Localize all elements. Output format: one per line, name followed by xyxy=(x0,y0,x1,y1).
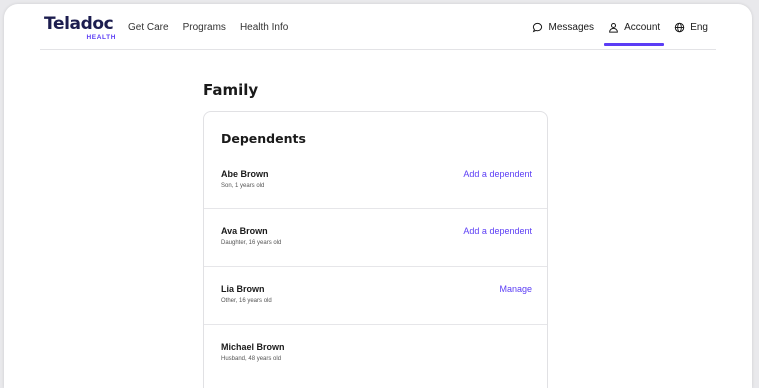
dependent-name: Lia Brown xyxy=(221,284,265,294)
manage-dependent-link[interactable]: Manage xyxy=(499,284,532,294)
nav-messages-label: Messages xyxy=(548,22,595,33)
nav-programs[interactable]: Programs xyxy=(183,22,226,33)
add-dependent-link[interactable]: Add a dependent xyxy=(463,226,532,236)
page-title: Family xyxy=(203,81,259,99)
dependents-title: Dependents xyxy=(221,131,306,146)
nav-get-care[interactable]: Get Care xyxy=(128,22,169,33)
nav-messages[interactable]: Messages xyxy=(532,22,594,33)
nav-health-info[interactable]: Health Info xyxy=(240,22,288,33)
nav-account-label: Account xyxy=(624,22,661,33)
nav-divider xyxy=(40,49,716,50)
utility-nav: Messages Account Eng xyxy=(518,22,708,46)
primary-nav: Get Care Programs Health Info xyxy=(128,22,302,33)
top-navigation: Teladoc HEALTH Get Care Programs Health … xyxy=(4,4,752,50)
person-icon xyxy=(609,22,618,33)
dependent-name: Ava Brown xyxy=(221,226,268,236)
chat-bubble-icon xyxy=(533,22,543,33)
dependent-row: Lia Brown Other, 16 years old Manage xyxy=(204,266,547,325)
nav-account[interactable]: Account xyxy=(604,22,665,46)
dependent-name: Michael Brown xyxy=(221,342,285,352)
logo-subtitle: HEALTH xyxy=(86,34,116,41)
app-window: Teladoc HEALTH Get Care Programs Health … xyxy=(4,4,752,388)
teladoc-logo[interactable]: Teladoc HEALTH xyxy=(44,14,116,44)
nav-language-label: Eng xyxy=(690,22,708,33)
dependents-card: Dependents Abe Brown Son, 1 years old Ad… xyxy=(203,111,548,388)
nav-language[interactable]: Eng xyxy=(674,22,708,33)
dependent-detail: Son, 1 years old xyxy=(221,183,265,189)
dependent-name: Abe Brown xyxy=(221,169,269,179)
dependent-detail: Husband, 48 years old xyxy=(221,356,282,362)
globe-icon xyxy=(674,22,685,33)
dependent-row: Ava Brown Daughter, 16 years old Add a d… xyxy=(204,208,547,267)
dependent-detail: Daughter, 16 years old xyxy=(221,240,282,246)
dependent-detail: Other, 16 years old xyxy=(221,298,272,304)
add-dependent-link[interactable]: Add a dependent xyxy=(463,169,532,179)
logo-wordmark: Teladoc xyxy=(44,14,114,34)
dependent-row: Michael Brown Husband, 48 years old xyxy=(204,324,547,383)
